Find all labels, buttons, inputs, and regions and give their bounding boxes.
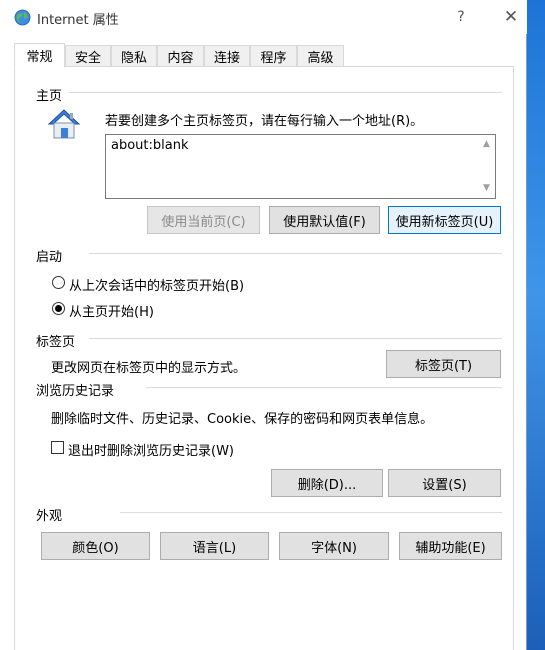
use-new-tab-button[interactable]: 使用新标签页(U) [388, 206, 501, 234]
homepage-group-label: 主页 [36, 89, 63, 104]
tab-advanced[interactable]: 高级 [297, 45, 344, 67]
radio-home-page[interactable] [52, 302, 65, 315]
appearance-group-divider [120, 512, 502, 513]
window-title: Internet 属性 [37, 13, 119, 28]
general-tab-panel: 主页 若要创建多个主页标签页，请在每行输入一个地址(R)。 about:blan… [14, 66, 514, 650]
title-bar[interactable]: Internet 属性 ? ✕ [0, 0, 527, 34]
history-group-label: 浏览历史记录 [36, 384, 115, 399]
tab-privacy[interactable]: 隐私 [111, 45, 157, 67]
homepage-scrollbar[interactable]: ▲ ▼ [478, 135, 495, 198]
languages-button[interactable]: 语言(L) [160, 532, 269, 560]
radio-home-page-label[interactable]: 从主页开始(H) [69, 301, 154, 320]
tab-content[interactable]: 内容 [157, 45, 204, 67]
radio-last-session[interactable] [52, 276, 65, 289]
close-button[interactable]: ✕ [488, 0, 534, 34]
internet-explorer-globe-icon [14, 9, 31, 26]
tabs-group-label: 标签页 [36, 335, 76, 350]
history-description: 删除临时文件、历史记录、Cookie、保存的密码和网页表单信息。 [51, 412, 434, 427]
fonts-button[interactable]: 字体(N) [279, 532, 389, 560]
history-group-divider [146, 387, 502, 388]
tabs-description: 更改网页在标签页中的显示方式。 [51, 361, 247, 376]
radio-last-session-label[interactable]: 从上次会话中的标签页开始(B) [69, 275, 244, 294]
tab-strip: 常规 安全 隐私 内容 连接 程序 高级 [14, 43, 514, 68]
internet-options-dialog: Internet 属性 ? ✕ 常规 安全 隐私 内容 连接 程序 高级 主页 … [0, 0, 527, 650]
tabs-settings-button[interactable]: 标签页(T) [386, 350, 501, 378]
scroll-up-icon[interactable]: ▲ [481, 138, 492, 150]
tab-programs[interactable]: 程序 [250, 45, 297, 67]
help-button[interactable]: ? [438, 0, 484, 34]
delete-on-exit-label[interactable]: 退出时删除浏览历史记录(W) [68, 440, 234, 459]
homepage-group-divider [69, 92, 502, 93]
history-settings-button[interactable]: 设置(S) [388, 469, 501, 497]
tabs-group-divider [89, 338, 502, 339]
scroll-down-icon[interactable]: ▼ [481, 182, 492, 194]
accessibility-button[interactable]: 辅助功能(E) [399, 532, 502, 560]
house-icon [47, 109, 81, 139]
startup-group-divider [89, 253, 502, 254]
colors-button[interactable]: 颜色(O) [41, 532, 150, 560]
homepage-address-textarea[interactable]: about:blank ▲ ▼ [105, 134, 496, 199]
startup-group-label: 启动 [36, 250, 63, 265]
tab-connections[interactable]: 连接 [204, 45, 250, 67]
homepage-address-value: about:blank [111, 138, 189, 153]
homepage-instruction: 若要创建多个主页标签页，请在每行输入一个地址(R)。 [105, 114, 424, 129]
tab-security[interactable]: 安全 [65, 45, 111, 67]
tab-general[interactable]: 常规 [14, 43, 65, 68]
appearance-group-label: 外观 [36, 509, 63, 524]
use-default-button[interactable]: 使用默认值(F) [269, 206, 380, 234]
delete-history-button[interactable]: 删除(D)... [271, 469, 383, 497]
delete-on-exit-checkbox[interactable] [51, 441, 64, 454]
use-current-button[interactable]: 使用当前页(C) [147, 206, 260, 234]
desktop-background [525, 0, 545, 650]
